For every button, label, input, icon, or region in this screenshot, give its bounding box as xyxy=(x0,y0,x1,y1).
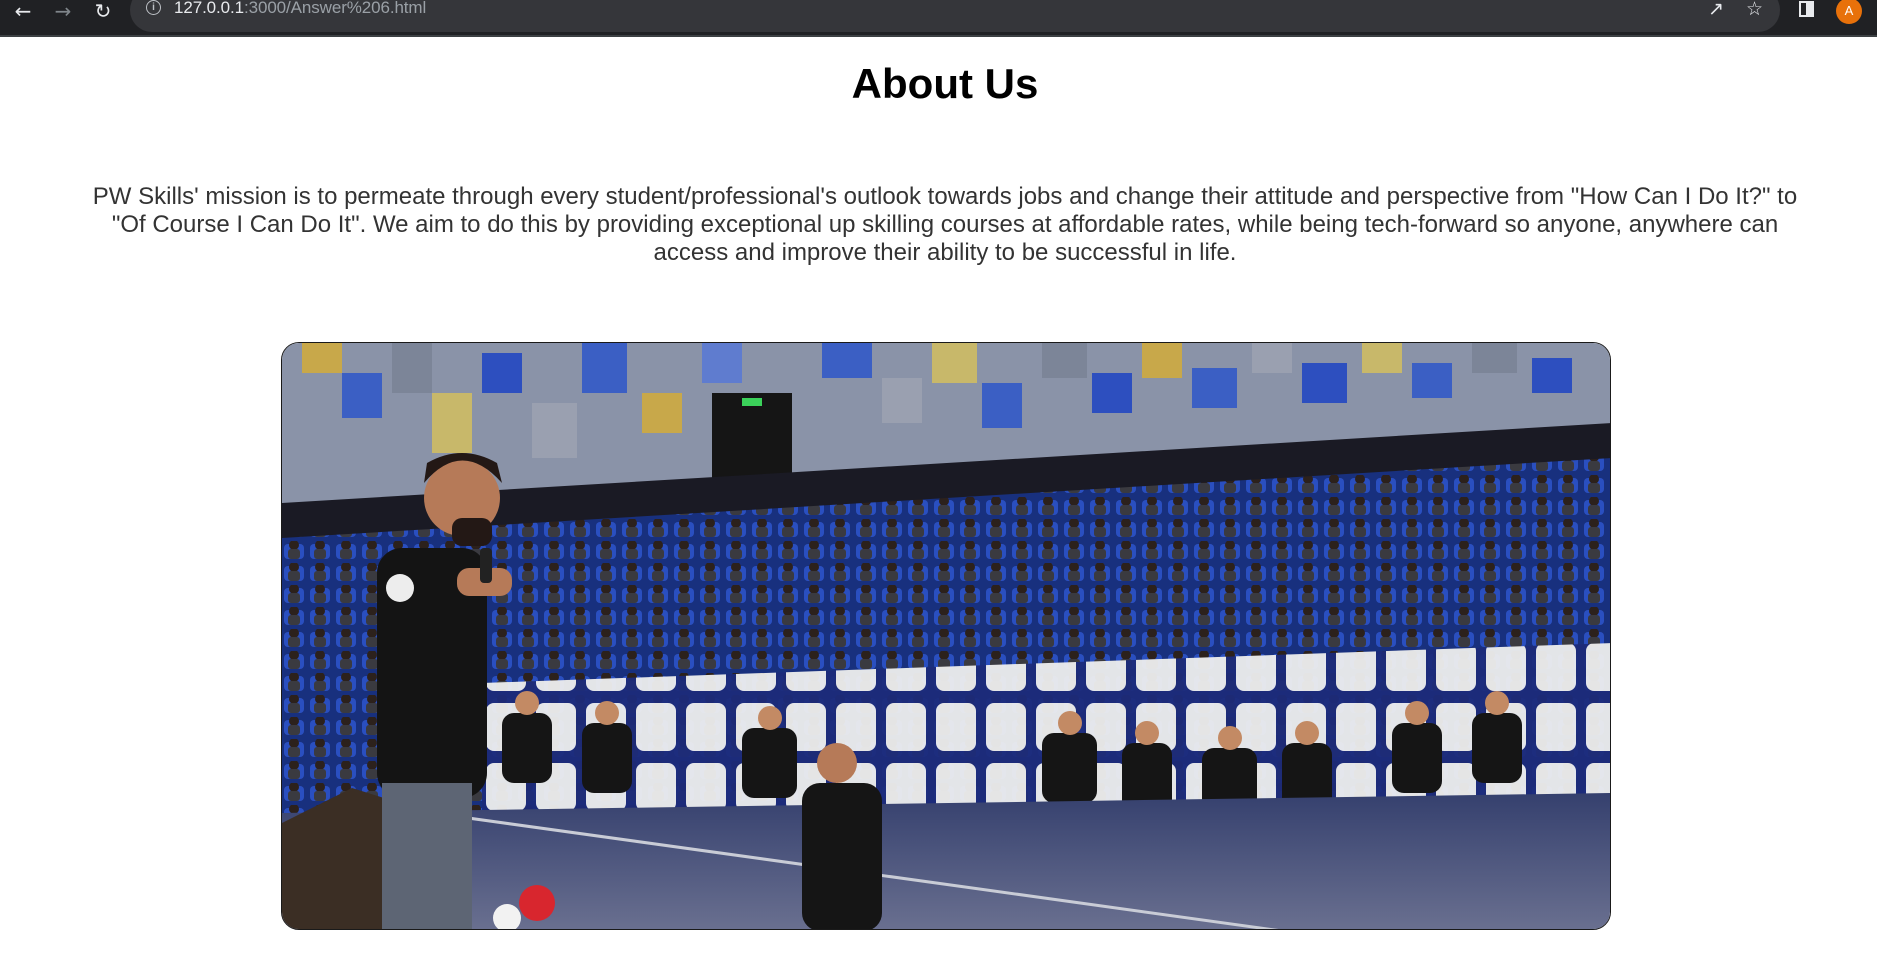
bookmark-star-icon[interactable]: ☆ xyxy=(1746,0,1763,19)
back-icon[interactable]: ← xyxy=(8,0,38,23)
side-panel-icon[interactable] xyxy=(1799,1,1814,17)
address-bar[interactable]: i 127.0.0.1:3000/Answer%206.html ↗ ☆ xyxy=(130,0,1780,32)
site-info-icon[interactable]: i xyxy=(146,0,161,15)
share-icon[interactable]: ↗ xyxy=(1708,0,1724,19)
reload-icon[interactable]: ↻ xyxy=(88,0,118,23)
auditorium-photo xyxy=(281,342,1611,930)
forward-icon[interactable]: → xyxy=(48,0,78,23)
avatar[interactable]: A xyxy=(1836,0,1862,24)
url-host: 127.0.0.1 xyxy=(174,0,244,17)
browser-toolbar: ← → ↻ i 127.0.0.1:3000/Answer%206.html ↗… xyxy=(0,0,1877,37)
url-text[interactable]: 127.0.0.1:3000/Answer%206.html xyxy=(174,0,426,18)
url-path: :3000/Answer%206.html xyxy=(244,0,427,17)
mission-paragraph: PW Skills' mission is to permeate throug… xyxy=(92,183,1798,266)
page-title: About Us xyxy=(851,60,1039,107)
